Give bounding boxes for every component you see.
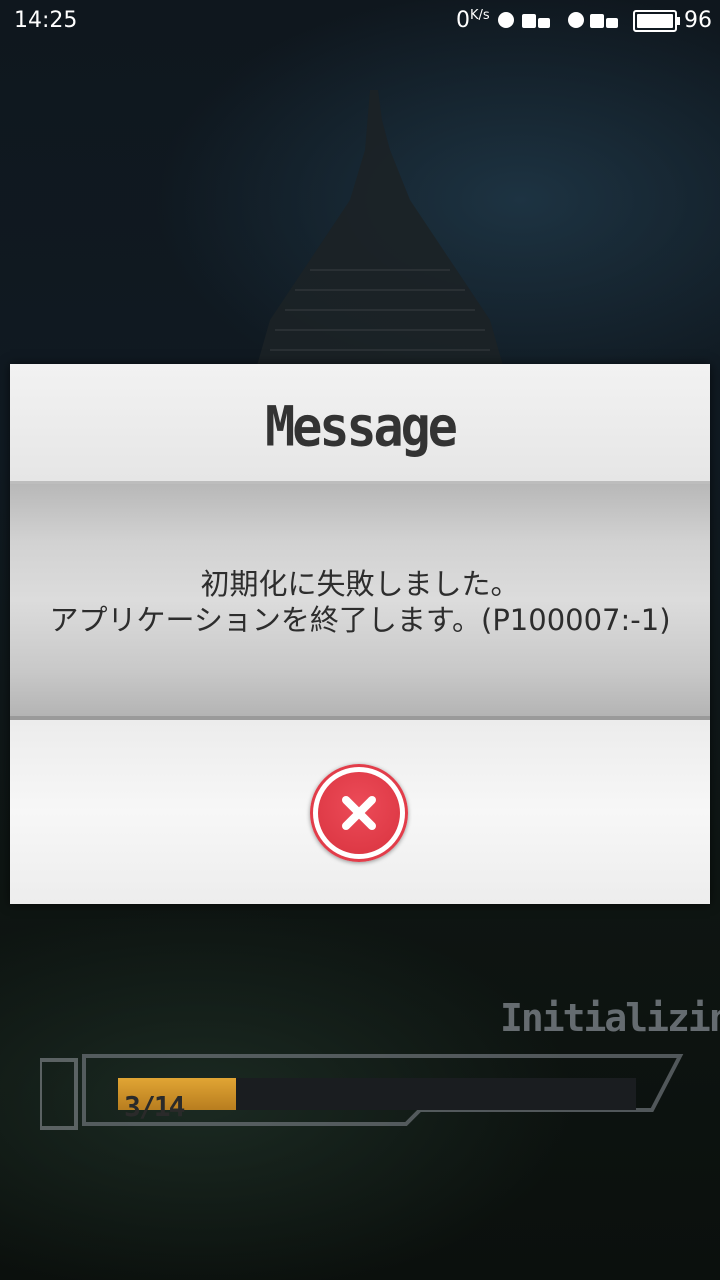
close-button[interactable] <box>310 764 408 862</box>
status-bar: 14:25 0K/s 96 <box>0 0 720 44</box>
message-line-1: 初期化に失敗しました。 <box>200 567 520 601</box>
close-x-icon <box>342 796 376 830</box>
message-line-2: アプリケーションを終了します。(P100007:-1) <box>49 603 671 637</box>
progress-count: 3/14 <box>124 1090 185 1123</box>
progress-track <box>236 1078 636 1110</box>
initializing-label: Initializing <box>500 996 720 1040</box>
network-speed: 0K/s <box>456 8 490 33</box>
notification-icons <box>498 12 618 28</box>
dialog-message: 初期化に失敗しました。 アプリケーションを終了します。(P100007:-1) <box>10 566 710 638</box>
error-dialog: Message 初期化に失敗しました。 アプリケーションを終了します。(P100… <box>10 364 710 904</box>
net-speed-value: 0 <box>456 8 470 33</box>
status-time: 14:25 <box>14 8 78 33</box>
dialog-body: 初期化に失敗しました。 アプリケーションを終了します。(P100007:-1) <box>10 484 710 720</box>
tower-silhouette <box>250 90 510 390</box>
battery-percent: 96 <box>684 8 712 33</box>
net-speed-unit: K/s <box>470 8 490 23</box>
dialog-footer <box>10 720 710 904</box>
dialog-title: Message <box>265 395 458 459</box>
battery-icon <box>633 10 680 32</box>
close-button-inner <box>318 772 400 854</box>
dialog-header: Message <box>10 364 710 484</box>
